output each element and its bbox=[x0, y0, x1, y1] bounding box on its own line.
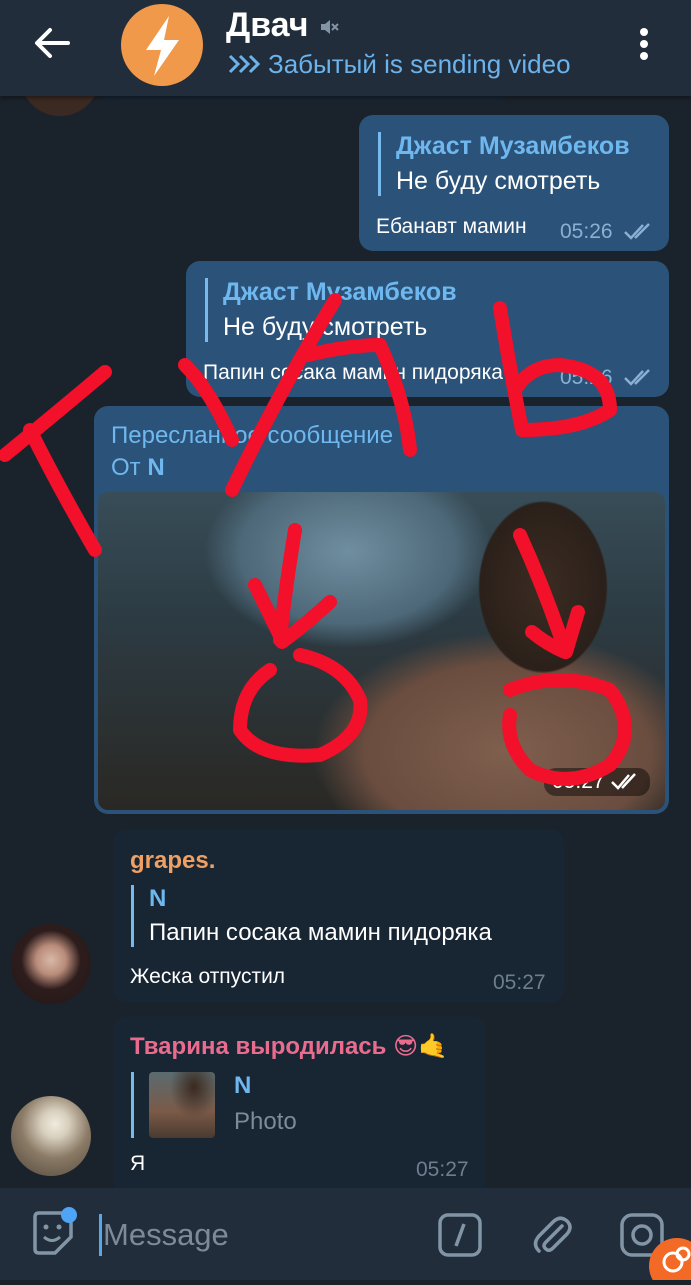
sender-name[interactable]: Тварина выродилась 😎🤙 bbox=[130, 1032, 448, 1061]
reply-text: Папин сосака мамин пидоряка bbox=[149, 919, 492, 946]
text-cursor bbox=[99, 1214, 102, 1256]
photo-time: 05:27 bbox=[544, 768, 651, 796]
avatar[interactable] bbox=[11, 924, 91, 1004]
message-bubble[interactable]: grapes. N Папин сосака мамин пидоряка Же… bbox=[113, 829, 564, 1003]
message-bubble[interactable]: Джаст Музамбеков Не буду смотреть Ебанав… bbox=[359, 115, 669, 251]
corner-badge-icon bbox=[649, 1238, 691, 1280]
forwarded-from-name: N bbox=[147, 454, 165, 481]
more-vert-icon[interactable] bbox=[632, 24, 656, 64]
avatar bbox=[20, 96, 100, 116]
reply-name: Джаст Музамбеков bbox=[223, 278, 457, 306]
photo[interactable]: 05:27 bbox=[98, 492, 665, 810]
message-input-bar: Message bbox=[0, 1188, 691, 1280]
double-check-icon bbox=[611, 773, 637, 790]
message-time: 05:27 bbox=[493, 971, 546, 994]
paperclip-icon[interactable] bbox=[529, 1212, 575, 1258]
message-input[interactable]: Message bbox=[103, 1217, 229, 1253]
reply-text: Photo bbox=[234, 1108, 297, 1135]
reply-text: Не буду смотреть bbox=[223, 313, 428, 341]
reply-preview[interactable]: N Папин сосака мамин пидоряка bbox=[131, 885, 492, 947]
chat-avatar[interactable] bbox=[121, 4, 203, 86]
previous-message-fragment bbox=[100, 96, 510, 102]
message-text: Папин сосака мамин пидоряка bbox=[203, 361, 503, 384]
double-check-icon bbox=[624, 223, 650, 240]
message-list[interactable]: Джаст Музамбеков Не буду смотреть Ебанав… bbox=[0, 96, 691, 1188]
sticker-icon[interactable] bbox=[27, 1207, 81, 1261]
forwarded-photo-message[interactable]: Пересланное сообщение От N 05:27 bbox=[94, 406, 669, 814]
message-bubble[interactable]: Тварина выродилась 😎🤙 N Photo Я 05:27 bbox=[113, 1016, 486, 1188]
message-text: Я bbox=[130, 1152, 146, 1175]
forwarded-prefix: От bbox=[111, 454, 141, 481]
status-name: Забытый bbox=[268, 49, 377, 79]
sender-name[interactable]: grapes. bbox=[130, 847, 215, 875]
message-time: 05:27 bbox=[552, 770, 605, 793]
reply-preview[interactable]: Джаст Музамбеков Не буду смотреть bbox=[205, 278, 457, 342]
mute-icon bbox=[321, 20, 339, 34]
avatar[interactable] bbox=[11, 1096, 91, 1176]
reply-preview[interactable]: Джаст Музамбеков Не буду смотреть bbox=[378, 132, 630, 196]
message-time: 05:27 bbox=[416, 1158, 469, 1181]
slash-command-icon[interactable] bbox=[437, 1212, 483, 1258]
message-time: 05:26 bbox=[560, 220, 613, 243]
typing-status: Забытый is sending video bbox=[228, 49, 571, 80]
chat-header: Двач Забытый is sending video bbox=[0, 0, 691, 96]
reply-name: N bbox=[234, 1072, 252, 1099]
reply-photo-thumbnail bbox=[149, 1072, 215, 1138]
message-text: Ебанавт мамин bbox=[376, 215, 527, 238]
reply-name: N bbox=[149, 885, 167, 912]
back-arrow-icon[interactable] bbox=[28, 22, 78, 64]
message-time: 05:26 bbox=[560, 366, 613, 389]
sending-arrows-icon bbox=[228, 54, 261, 74]
chat-title[interactable]: Двач bbox=[226, 6, 308, 45]
message-bubble[interactable]: Джаст Музамбеков Не буду смотреть Папин … bbox=[186, 261, 669, 397]
forwarded-from[interactable]: От N bbox=[111, 454, 165, 482]
forwarded-label: Пересланное сообщение bbox=[111, 422, 394, 449]
reply-text: Не буду смотреть bbox=[396, 167, 601, 195]
message-text: Жеска отпустил bbox=[130, 965, 286, 988]
reply-name: Джаст Музамбеков bbox=[396, 132, 630, 160]
reply-preview[interactable]: N Photo bbox=[131, 1072, 349, 1138]
status-action: is sending video bbox=[384, 49, 571, 79]
bolt-icon bbox=[146, 16, 179, 76]
double-check-icon bbox=[624, 369, 650, 386]
